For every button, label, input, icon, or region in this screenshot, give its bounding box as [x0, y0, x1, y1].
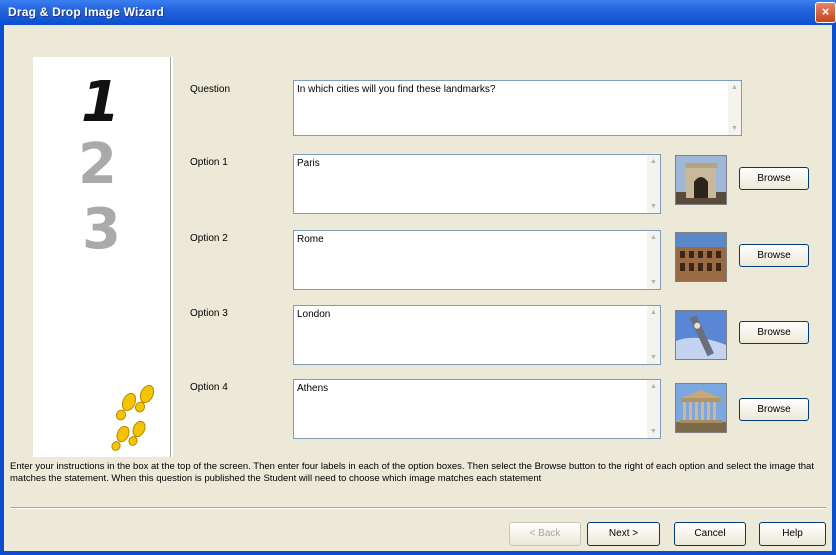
question-label: Question	[190, 84, 231, 95]
option-1-label: Option 1	[190, 157, 228, 168]
option-1-value: Paris	[297, 158, 320, 169]
scroll-up-icon[interactable]: ▲	[649, 233, 658, 242]
step-panel: 1 2 3	[33, 57, 170, 457]
option-3-label: Option 3	[190, 308, 228, 319]
option-4-input[interactable]: Athens ▲ ▼	[293, 379, 661, 439]
window-frame-right	[832, 25, 836, 555]
next-button[interactable]: Next >	[587, 522, 660, 546]
option-2-input[interactable]: Rome ▲ ▼	[293, 230, 661, 290]
scroll-up-icon[interactable]: ▲	[649, 382, 658, 391]
scroll-down-icon[interactable]: ▼	[649, 353, 658, 362]
question-value: In which cities will you find these land…	[297, 84, 496, 95]
step-1-number: 1	[81, 70, 120, 135]
question-scrollbar[interactable]: ▲ ▼	[728, 81, 741, 135]
panel-divider	[170, 57, 173, 457]
option-3-browse-button[interactable]: Browse	[739, 321, 809, 344]
parthenon-image	[675, 383, 727, 433]
arc-de-triomphe-image	[675, 155, 727, 205]
option-2-label: Option 2	[190, 233, 228, 244]
option-3-value: London	[297, 309, 331, 320]
option-1-scrollbar[interactable]: ▲ ▼	[647, 155, 660, 213]
window-frame-bottom	[0, 551, 836, 555]
cancel-button[interactable]: Cancel	[674, 522, 746, 546]
scroll-up-icon[interactable]: ▲	[649, 157, 658, 166]
instructions-text: Enter your instructions in the box at th…	[10, 461, 814, 484]
back-button[interactable]: < Back	[509, 522, 581, 546]
step-2-number: 2	[78, 132, 117, 197]
title-bar[interactable]: Drag & Drop Image Wizard ×	[0, 0, 836, 25]
colosseum-image	[675, 232, 727, 282]
footer-separator	[10, 507, 826, 509]
option-4-label: Option 4	[190, 382, 228, 393]
option-4-value: Athens	[297, 383, 329, 394]
option-3-input[interactable]: London ▲ ▼	[293, 305, 661, 365]
scroll-down-icon[interactable]: ▼	[730, 124, 739, 133]
option-1-input[interactable]: Paris ▲ ▼	[293, 154, 661, 214]
big-ben-image	[675, 310, 727, 360]
question-input[interactable]: In which cities will you find these land…	[293, 80, 742, 136]
scroll-up-icon[interactable]: ▲	[730, 83, 739, 92]
option-4-scrollbar[interactable]: ▲ ▼	[647, 380, 660, 438]
option-4-browse-button[interactable]: Browse	[739, 398, 809, 421]
option-2-value: Rome	[297, 234, 324, 245]
footprints-icon	[111, 384, 155, 451]
help-button[interactable]: Help	[759, 522, 826, 546]
scroll-up-icon[interactable]: ▲	[649, 308, 658, 317]
scroll-down-icon[interactable]: ▼	[649, 202, 658, 211]
close-button[interactable]: ×	[815, 2, 836, 23]
scroll-down-icon[interactable]: ▼	[649, 427, 658, 436]
option-2-scrollbar[interactable]: ▲ ▼	[647, 231, 660, 289]
option-3-scrollbar[interactable]: ▲ ▼	[647, 306, 660, 364]
scroll-down-icon[interactable]: ▼	[649, 278, 658, 287]
step-3-number: 3	[82, 197, 121, 262]
window-frame-left	[0, 25, 4, 555]
option-1-browse-button[interactable]: Browse	[739, 167, 809, 190]
wizard-window: Drag & Drop Image Wizard × 1 2 3 Questio…	[0, 0, 836, 555]
option-2-browse-button[interactable]: Browse	[739, 244, 809, 267]
window-title: Drag & Drop Image Wizard	[8, 5, 165, 19]
